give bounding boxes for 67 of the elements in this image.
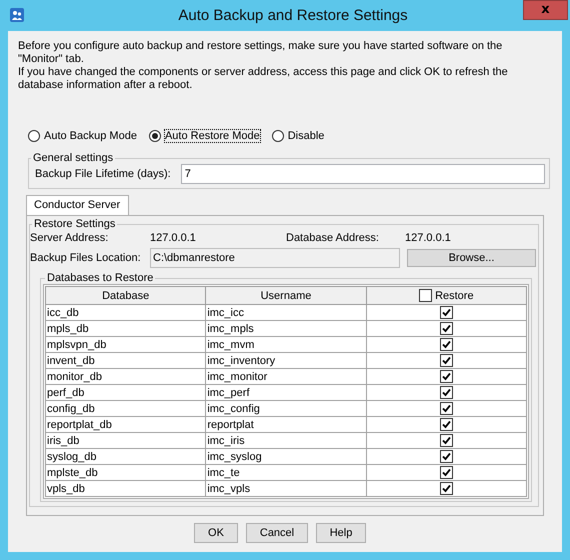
table-cell: config_db <box>46 400 206 416</box>
field-label: Backup File Lifetime (days): <box>35 168 171 180</box>
table-cell: vpls_db <box>46 480 206 496</box>
help-button[interactable]: Help <box>316 523 366 543</box>
checkbox[interactable] <box>440 418 453 431</box>
table-cell: imc_perf <box>206 384 366 400</box>
table-cell: mpls_db <box>46 320 206 336</box>
checkbox[interactable] <box>440 306 453 319</box>
info-text: Before you configure auto backup and restore settings, make sure you have started software on the "Monitor" tab. <box>18 40 504 66</box>
table-cell: imc_mpls <box>206 320 366 336</box>
checkbox[interactable] <box>440 322 453 335</box>
radio-button[interactable] <box>272 130 284 142</box>
radio-label[interactable]: Disable <box>288 130 324 142</box>
checkbox[interactable] <box>440 434 453 447</box>
browse-button[interactable]: Browse... <box>407 249 536 267</box>
column-header[interactable]: Username <box>206 286 366 304</box>
field-value: 127.0.0.1 <box>405 232 451 244</box>
cancel-button[interactable]: Cancel <box>246 523 308 543</box>
table-cell: imc_vpls <box>206 480 366 496</box>
input-field[interactable]: C:\dbmanrestore <box>150 248 400 268</box>
column-header[interactable]: Database <box>46 286 206 304</box>
ok-button[interactable]: OK <box>194 523 238 543</box>
field-value: 127.0.0.1 <box>150 232 197 244</box>
checkbox[interactable] <box>440 354 453 367</box>
table-cell: iris_db <box>46 432 206 448</box>
table-cell: imc_mvm <box>206 336 366 352</box>
table-cell: perf_db <box>46 384 206 400</box>
radio-button[interactable] <box>148 130 161 142</box>
group-title: Restore Settings <box>33 218 116 230</box>
table-cell: reportplat <box>206 416 366 432</box>
checkbox[interactable] <box>440 466 453 479</box>
checkbox[interactable] <box>440 386 453 399</box>
checkbox[interactable] <box>419 289 432 302</box>
table-cell: mplsvpn_db <box>46 336 206 352</box>
radio-button[interactable] <box>28 130 40 142</box>
field-label: Server Address: <box>30 232 110 244</box>
radio-label[interactable]: Auto Backup Mode <box>44 130 137 142</box>
table-cell: mplste_db <box>46 464 206 480</box>
table-cell: imc_iris <box>206 432 366 448</box>
table-cell: imc_monitor <box>206 368 366 384</box>
table-cell: icc_db <box>46 304 206 320</box>
checkbox[interactable] <box>440 402 453 415</box>
info-text: If you have changed the components or server address, access this page and click OK to refresh the database information after a reboot. <box>18 66 509 92</box>
table-cell: imc_icc <box>206 304 366 320</box>
checkbox[interactable] <box>440 482 453 495</box>
group-title: General settings <box>32 152 114 164</box>
app-icon <box>10 8 24 22</box>
table-cell: reportplat_db <box>46 416 206 432</box>
table-cell: invent_db <box>46 352 206 368</box>
close-button[interactable]: x <box>523 0 568 20</box>
table-cell: imc_syslog <box>206 448 366 464</box>
window-title: Auto Backup and Restore Settings <box>178 6 408 24</box>
table-cell: monitor_db <box>46 368 206 384</box>
table-cell: syslog_db <box>46 448 206 464</box>
field-label: Backup Files Location: <box>30 252 142 264</box>
checkbox[interactable] <box>440 370 453 383</box>
tab[interactable]: Conductor Server <box>26 195 130 215</box>
table-cell: imc_inventory <box>206 352 366 368</box>
radio-label[interactable]: Auto Restore Mode <box>164 130 260 142</box>
input-field[interactable]: 7 <box>180 164 545 184</box>
checkbox[interactable] <box>440 450 453 463</box>
group-title: Databases to Restore <box>46 272 154 284</box>
field-label: Database Address: <box>286 232 380 244</box>
table-cell: imc_config <box>206 400 366 416</box>
checkbox[interactable] <box>440 338 453 351</box>
table-cell: imc_te <box>206 464 366 480</box>
column-header: Restore <box>435 290 474 302</box>
